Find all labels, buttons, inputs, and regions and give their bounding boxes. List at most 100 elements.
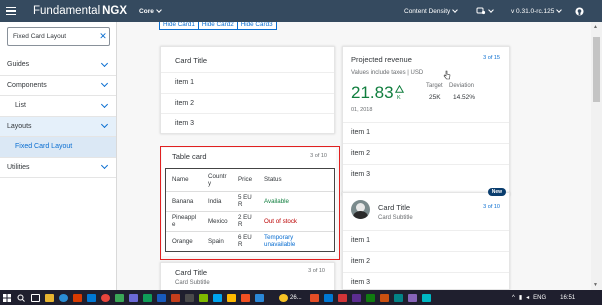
hide-card2-button[interactable]: Hide Card2	[197, 22, 238, 30]
list-item[interactable]: item 2	[343, 143, 509, 164]
scroll-down-icon[interactable]: ▼	[593, 282, 598, 288]
profile-card[interactable]: New Card Title Card Subtitle 3 of 10 ite…	[342, 188, 510, 290]
app-icon[interactable]	[252, 290, 266, 305]
version-select[interactable]: v 0.31.0-rc.125	[511, 0, 563, 22]
list-item[interactable]: item 3	[343, 164, 509, 185]
nav-item-fixed-card-layout[interactable]: Fixed Card Layout	[0, 137, 116, 158]
chrome-icon[interactable]	[98, 290, 112, 305]
app-icon[interactable]	[364, 290, 378, 305]
app-icon[interactable]	[196, 290, 210, 305]
app-icon[interactable]	[308, 290, 322, 305]
hide-card1-button[interactable]: Hide Card1	[159, 22, 199, 30]
app-icon[interactable]	[70, 290, 84, 305]
side-nav: Guides Components List Layouts Fixed Car…	[0, 55, 116, 178]
nav-item-guides[interactable]: Guides	[0, 55, 116, 76]
network-icon[interactable]: ▮	[519, 294, 522, 301]
nav-item-components[interactable]: Components	[0, 76, 116, 96]
nav-item-list[interactable]: List	[0, 96, 116, 117]
profile-card-title: Card Title	[378, 203, 411, 212]
scroll-up-icon[interactable]: ▲	[593, 24, 598, 30]
app-icon[interactable]	[238, 290, 252, 305]
content-density-select[interactable]: Content Density	[404, 0, 459, 22]
nav-item-layouts[interactable]: Layouts	[0, 116, 116, 137]
kpi-date: 01, 2018	[351, 107, 373, 113]
close-icon[interactable]: ✕	[97, 31, 109, 42]
app-icon[interactable]	[112, 290, 126, 305]
app-icon[interactable]	[140, 290, 154, 305]
deviation-label: Deviation	[449, 83, 475, 89]
theme-select[interactable]	[476, 0, 494, 22]
cell-name: Banana	[172, 197, 194, 205]
table-row[interactable]: Banana India 5 EU R Available	[166, 191, 334, 211]
windows-start-icon[interactable]	[0, 290, 14, 305]
app-icon[interactable]	[350, 290, 364, 305]
table-header-row: Name Countr y Price Status	[166, 169, 334, 191]
cell-status: Temporary unavailable	[264, 234, 296, 249]
weather-text: 26...	[290, 294, 302, 301]
cell-price: 2 EU R	[238, 214, 252, 228]
hide-card3-button[interactable]: Hide Card3	[236, 22, 277, 30]
shellbar: Fundamental NGX Core Content Density v 0.…	[0, 0, 602, 22]
card-subtitle[interactable]: Card Title 3 of 10 Card Subtitle	[160, 262, 335, 290]
card-counter: 3 of 10	[308, 268, 325, 274]
card-simple-list[interactable]: Card Title item 1 item 2 item 3	[160, 46, 335, 134]
cell-country: Spain	[208, 237, 224, 245]
list-item[interactable]: item 3	[161, 113, 334, 134]
table-row[interactable]: Orange Spain 6 EU R Temporary unavailabl…	[166, 231, 334, 251]
list-item[interactable]: item 2	[161, 92, 334, 114]
github-icon[interactable]	[575, 0, 584, 22]
cell-status: Out of stock	[264, 217, 298, 225]
app-icon[interactable]	[406, 290, 420, 305]
app-icon[interactable]	[322, 290, 336, 305]
app-icon[interactable]	[182, 290, 196, 305]
app-icon[interactable]	[420, 290, 434, 305]
chevron-down-icon	[452, 6, 459, 13]
volume-icon[interactable]: ◂	[526, 294, 529, 301]
vertical-scrollbar[interactable]: ▲ ▼	[591, 22, 602, 290]
table-card[interactable]: Table card 3 of 10 Name Countr y Price S…	[162, 148, 336, 256]
weather-icon[interactable]	[276, 290, 290, 305]
list-item[interactable]: item 3	[343, 272, 509, 290]
clock[interactable]: 16:51	[560, 295, 575, 301]
table-row[interactable]: Pineappl e Mexico 2 EU R Out of stock	[166, 211, 334, 231]
cursor-icon	[443, 70, 451, 80]
hide-card-toolbar: Hide Card1 Hide Card2 Hide Card3	[159, 22, 277, 30]
sidebar: Fixed Card Layout ✕ Guides Components Li…	[0, 22, 117, 290]
chevron-down-icon	[100, 80, 109, 88]
app-icon[interactable]	[154, 290, 168, 305]
app-icon[interactable]	[126, 290, 140, 305]
data-table: Name Countr y Price Status Banana India …	[165, 168, 335, 252]
app-icon[interactable]	[210, 290, 224, 305]
app-icon[interactable]	[224, 290, 238, 305]
analytics-card[interactable]: Projected revenue 3 of 15 Values include…	[342, 46, 510, 196]
hamburger-menu-icon[interactable]	[0, 0, 22, 22]
app-title[interactable]: Fundamental NGX	[33, 5, 127, 17]
app-icon[interactable]	[84, 290, 98, 305]
edge-browser-icon[interactable]	[56, 290, 70, 305]
deviation-value: 14.52%	[453, 94, 476, 101]
list-item[interactable]: item 2	[343, 251, 509, 272]
cell-name: Pineappl e	[172, 214, 197, 228]
app-icon[interactable]	[168, 290, 182, 305]
app-icon[interactable]	[336, 290, 350, 305]
file-explorer-icon[interactable]	[42, 290, 56, 305]
chevron-down-icon	[156, 6, 162, 13]
windows-taskbar: 26... ^ ▮ ◂ ENG 16:51	[0, 290, 602, 305]
chevron-up-icon[interactable]: ^	[512, 295, 515, 301]
language-indicator[interactable]: ENG	[533, 295, 546, 301]
search-icon[interactable]	[14, 290, 28, 305]
list-item[interactable]: item 1	[343, 230, 509, 251]
app-icon[interactable]	[378, 290, 392, 305]
task-view-icon[interactable]	[28, 290, 42, 305]
list-item[interactable]: item 1	[343, 122, 509, 143]
target-value: 25K	[429, 94, 441, 101]
cell-status: Available	[264, 197, 289, 205]
nav-item-utilities[interactable]: Utilities	[0, 158, 116, 178]
search-input[interactable]: Fixed Card Layout ✕	[7, 27, 110, 46]
cell-price: 6 EU R	[238, 234, 252, 249]
app-icon[interactable]	[392, 290, 406, 305]
avatar	[351, 200, 370, 219]
list-item[interactable]: item 1	[161, 72, 334, 93]
scrollbar-thumb[interactable]	[593, 37, 600, 102]
library-select[interactable]: Core	[139, 6, 162, 15]
